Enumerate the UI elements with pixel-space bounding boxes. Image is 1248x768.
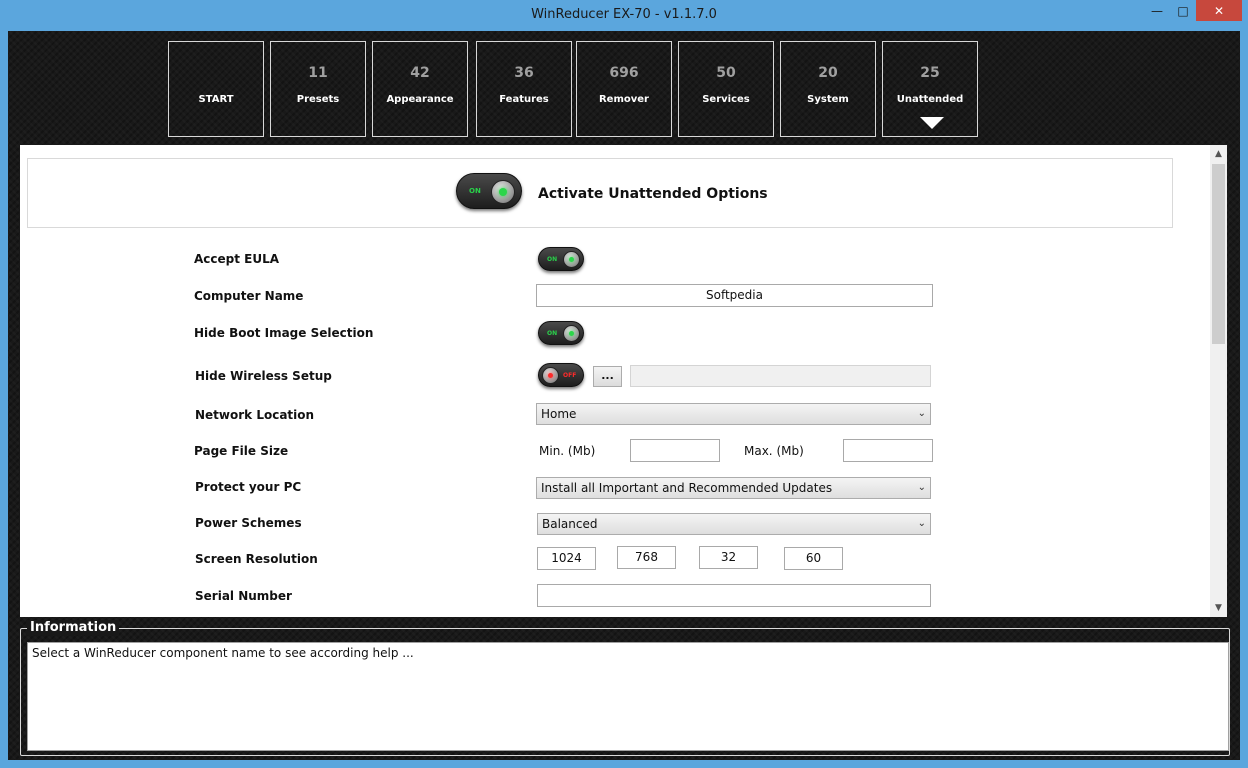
tile-label: Appearance [386, 94, 454, 105]
tile-start[interactable]: START [168, 41, 264, 137]
select-value: Home [541, 407, 577, 421]
toggle-led-icon [548, 373, 553, 378]
screen-depth-field[interactable]: 32 [699, 546, 758, 569]
serial-number-field[interactable] [537, 584, 931, 607]
tile-count: 11 [308, 65, 328, 81]
maximize-icon[interactable]: □ [1170, 0, 1196, 21]
tile-remover[interactable]: 696 Remover [576, 41, 672, 137]
chevron-down-icon: ⌄ [917, 482, 926, 493]
tile-count: 20 [818, 65, 838, 81]
window-title: WinReducer EX-70 - v1.1.7.0 [531, 7, 717, 22]
tile-count: 36 [514, 65, 534, 81]
tile-label: Unattended [896, 94, 964, 105]
toggle-state-text: ON [547, 330, 558, 337]
screen-width-field[interactable]: 1024 [537, 547, 596, 570]
protect-pc-select[interactable]: Install all Important and Recommended Up… [536, 477, 931, 499]
page-file-max-label: Max. (Mb) [744, 444, 804, 458]
tile-appearance[interactable]: 42 Appearance [372, 41, 468, 137]
tile-label: Presets [296, 94, 340, 105]
tile-services[interactable]: 50 Services [678, 41, 774, 137]
accept-eula-label: Accept EULA [194, 252, 280, 266]
chevron-down-icon: ⌄ [917, 518, 926, 529]
select-value: Install all Important and Recommended Up… [541, 481, 833, 495]
wireless-browse-button[interactable]: ... [593, 366, 622, 387]
tile-count: 696 [609, 65, 639, 81]
protect-pc-label: Protect your PC [195, 480, 302, 494]
toggle-state-text: ON [469, 187, 481, 195]
selected-arrow-icon [920, 117, 944, 129]
activate-section: ON Activate Unattended Options [27, 158, 1173, 228]
page-file-min-label: Min. (Mb) [539, 444, 596, 458]
serial-number-label: Serial Number [195, 589, 292, 603]
page-file-label: Page File Size [194, 444, 289, 458]
wireless-file-field [630, 365, 931, 387]
toggle-led-icon [569, 331, 574, 336]
title-bar[interactable]: WinReducer EX-70 - v1.1.7.0 — □ ✕ [0, 0, 1248, 31]
tile-presets[interactable]: 11 Presets [270, 41, 366, 137]
minimize-icon[interactable]: — [1144, 0, 1170, 21]
close-icon[interactable]: ✕ [1196, 0, 1242, 21]
tile-label: Remover [598, 94, 649, 105]
tile-label: System [807, 94, 849, 105]
toggle-state-text: ON [547, 256, 558, 263]
hide-wireless-toggle[interactable]: OFF [538, 363, 584, 387]
activate-toggle[interactable]: ON [456, 173, 522, 209]
screen-resolution-label: Screen Resolution [195, 552, 318, 566]
tile-count: 42 [410, 65, 430, 81]
network-location-label: Network Location [195, 408, 315, 422]
tile-system[interactable]: 20 System [780, 41, 876, 137]
app-content: START 11 Presets 42 Appearance 36 Featur… [8, 31, 1240, 760]
tile-label: START [198, 94, 234, 105]
hide-boot-toggle[interactable]: ON [538, 321, 584, 345]
select-value: Balanced [542, 517, 598, 531]
computer-name-label: Computer Name [194, 289, 304, 303]
screen-height-field[interactable]: 768 [617, 546, 676, 569]
information-group: Information Select a WinReducer componen… [20, 620, 1230, 756]
page-file-min-field[interactable] [630, 439, 720, 462]
vertical-scrollbar[interactable]: ▲ ▼ [1210, 145, 1227, 617]
unattended-panel: ON Activate Unattended Options Accept EU… [20, 145, 1227, 617]
toggle-state-text: OFF [563, 372, 577, 379]
toggle-led-icon [569, 257, 574, 262]
computer-name-field[interactable]: Softpedia [536, 284, 933, 307]
information-title: Information [27, 620, 120, 635]
app-window: WinReducer EX-70 - v1.1.7.0 — □ ✕ START … [0, 0, 1248, 768]
hide-boot-label: Hide Boot Image Selection [194, 326, 374, 340]
tile-label: Services [702, 94, 750, 105]
network-location-select[interactable]: Home ⌄ [536, 403, 931, 425]
tile-unattended[interactable]: 25 Unattended [882, 41, 978, 137]
chevron-down-icon[interactable]: ▼ [1210, 600, 1227, 616]
page-file-max-field[interactable] [843, 439, 933, 462]
tile-label: Features [499, 94, 549, 105]
information-text: Select a WinReducer component name to se… [27, 642, 1229, 751]
screen-refresh-field[interactable]: 60 [784, 547, 843, 570]
toggle-led-icon [499, 188, 507, 196]
tile-count: 25 [920, 65, 940, 81]
activate-label: Activate Unattended Options [538, 186, 768, 202]
hide-wireless-label: Hide Wireless Setup [195, 369, 332, 383]
scrollbar-thumb[interactable] [1212, 164, 1225, 344]
chevron-up-icon[interactable]: ▲ [1210, 146, 1227, 162]
power-schemes-select[interactable]: Balanced ⌄ [537, 513, 931, 535]
tile-count: 50 [716, 65, 736, 81]
power-schemes-label: Power Schemes [195, 516, 302, 530]
tile-features[interactable]: 36 Features [476, 41, 572, 137]
chevron-down-icon: ⌄ [917, 408, 926, 419]
window-controls: — □ ✕ [1144, 0, 1242, 22]
accept-eula-toggle[interactable]: ON [538, 247, 584, 271]
